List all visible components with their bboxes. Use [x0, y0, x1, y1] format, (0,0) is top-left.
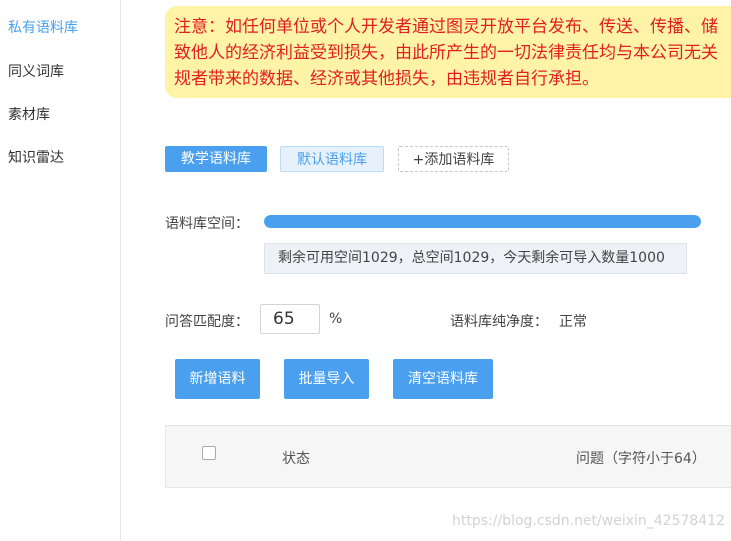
- sidebar-item-materials[interactable]: 素材库: [8, 104, 50, 124]
- match-unit: %: [329, 311, 343, 327]
- column-header-status: 状态: [282, 451, 310, 467]
- match-degree-input[interactable]: [260, 304, 320, 334]
- space-label: 语料库空间：: [165, 216, 249, 232]
- notice-line: 致他人的经济利益受到损失，由此所产生的一切法律责任均与本公司无关: [174, 43, 718, 63]
- notice-banner: 注意：如任何单位或个人开发者通过图灵开放平台发布、传送、传播、储 致他人的经济利…: [165, 6, 731, 98]
- column-header-question: 问题（字符小于64）: [576, 451, 706, 467]
- table-header: 状态 问题（字符小于64）: [165, 425, 731, 488]
- batch-import-button[interactable]: 批量导入: [284, 359, 369, 399]
- watermark: https://blog.csdn.net/weixin_42578412: [452, 513, 726, 529]
- clear-corpus-button[interactable]: 清空语料库: [393, 359, 493, 399]
- tab-teaching-corpus[interactable]: 教学语料库: [165, 146, 267, 172]
- purity-label: 语料库纯净度：: [450, 314, 548, 330]
- notice-line: 规者带来的数据、经济或其他损失，由违规者自行承担。: [174, 69, 599, 89]
- match-label: 问答匹配度：: [165, 314, 249, 330]
- add-corpus-entry-button[interactable]: 新增语料: [175, 359, 260, 399]
- sidebar-item-private-corpus[interactable]: 私有语料库: [8, 17, 78, 37]
- sidebar-item-knowledge-radar[interactable]: 知识雷达: [8, 147, 64, 167]
- space-progress-bar: [264, 215, 701, 228]
- select-all-checkbox[interactable]: [202, 446, 216, 460]
- space-info-box: 剩余可用空间1029，总空间1029，今天剩余可导入数量1000: [264, 243, 687, 274]
- space-progress-fill: [264, 215, 701, 228]
- sidebar-item-synonyms[interactable]: 同义词库: [8, 61, 64, 81]
- sidebar: 私有语料库 同义词库 素材库 知识雷达: [0, 0, 121, 541]
- add-corpus-button[interactable]: +添加语料库: [398, 146, 509, 172]
- purity-value: 正常: [559, 314, 587, 330]
- notice-line: 注意：如任何单位或个人开发者通过图灵开放平台发布、传送、传播、储: [174, 17, 718, 37]
- tab-default-corpus[interactable]: 默认语料库: [280, 146, 384, 172]
